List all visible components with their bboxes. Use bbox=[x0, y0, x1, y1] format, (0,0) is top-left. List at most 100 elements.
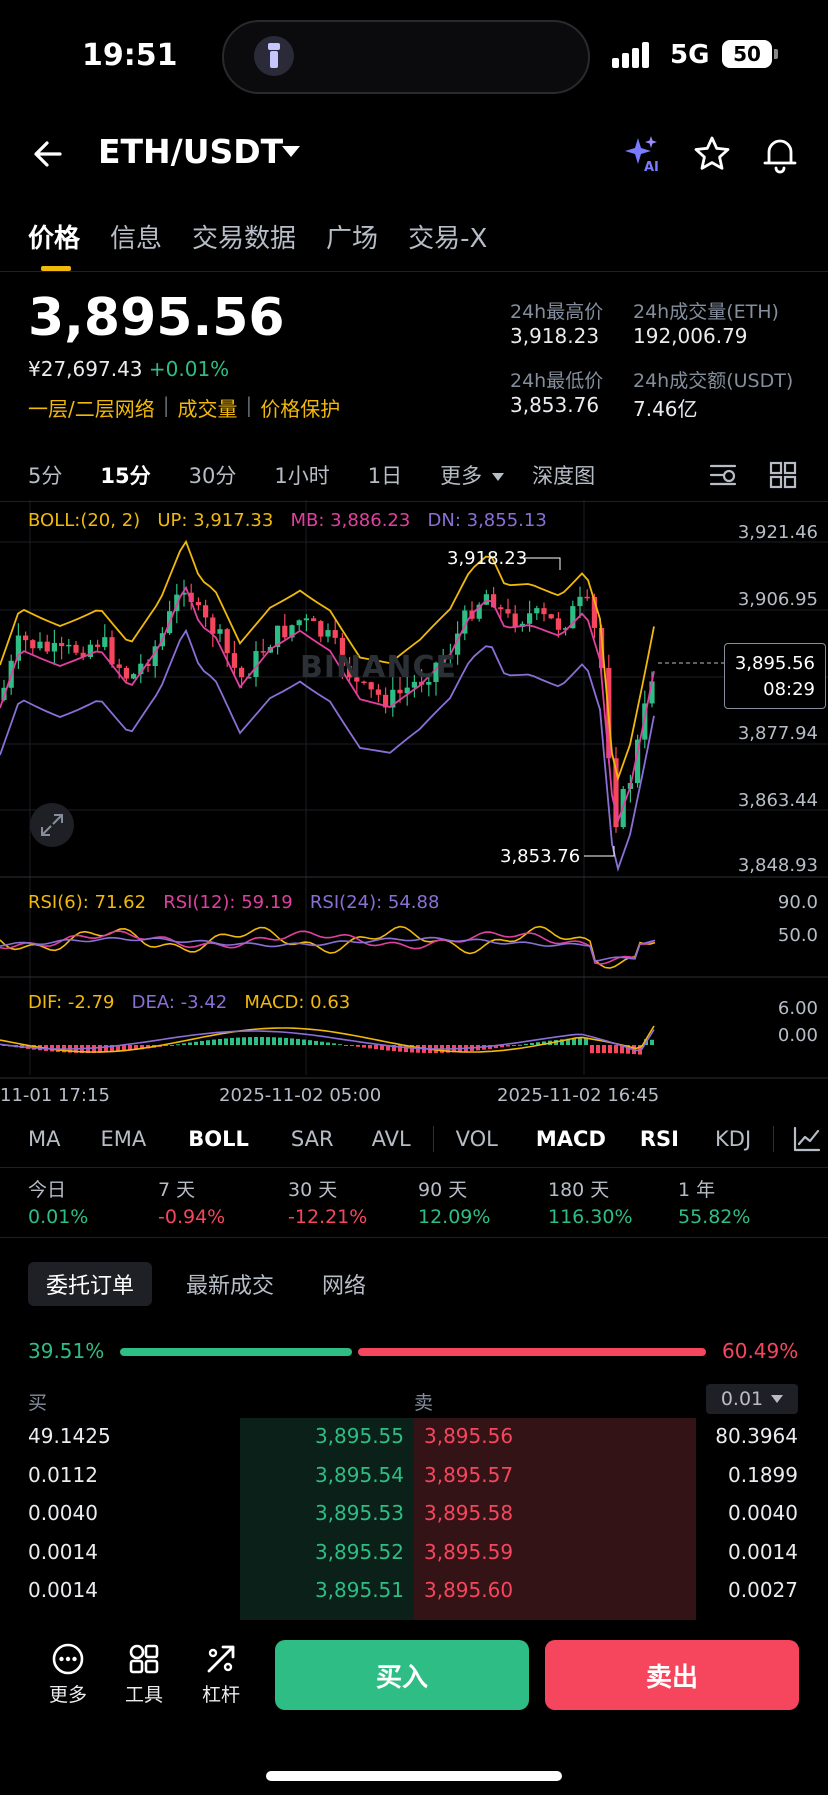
performance-label: 7 天 bbox=[158, 1179, 196, 1201]
macd-bar bbox=[338, 1044, 342, 1046]
macd-bar bbox=[326, 1042, 330, 1045]
ask-price[interactable]: 3,895.58 bbox=[424, 1501, 574, 1525]
binance-watermark: BINANCE bbox=[300, 650, 457, 685]
tab-trade-x[interactable]: 交易-X bbox=[408, 218, 487, 255]
candle-body bbox=[109, 637, 115, 665]
indicator-kdj[interactable]: KDJ bbox=[715, 1127, 751, 1151]
interval-more[interactable]: 更多 bbox=[440, 460, 505, 490]
indicator-settings-icon[interactable] bbox=[792, 1125, 822, 1153]
indicator-bar: MA EMA BOLL SAR AVL VOL MACD RSI KDJ bbox=[0, 1120, 828, 1158]
bid-price[interactable]: 3,895.53 bbox=[250, 1501, 404, 1525]
precision-selector[interactable]: 0.01 bbox=[706, 1384, 798, 1414]
interval-30m[interactable]: 30分 bbox=[189, 460, 237, 490]
tag-layer-network[interactable]: 一层/二层网络 bbox=[28, 393, 155, 422]
back-arrow-icon[interactable] bbox=[30, 136, 66, 172]
macd-bar bbox=[188, 1042, 192, 1045]
chart-settings-icon[interactable] bbox=[708, 461, 738, 489]
ask-price[interactable]: 3,895.60 bbox=[424, 1578, 574, 1602]
boll-mb: MB: 3,886.23 bbox=[290, 510, 411, 531]
expand-chart-button[interactable] bbox=[30, 803, 74, 847]
indicator-avl[interactable]: AVL bbox=[372, 1127, 411, 1151]
interval-15m[interactable]: 15分 bbox=[100, 460, 150, 490]
buy-button[interactable]: 买入 bbox=[275, 1640, 529, 1710]
sell-button[interactable]: 卖出 bbox=[545, 1640, 799, 1710]
ask-quantity[interactable]: 0.0027 bbox=[640, 1578, 798, 1602]
main-tabs: 价格 信息 交易数据 广场 交易-X bbox=[28, 218, 487, 271]
tab-price[interactable]: 价格 bbox=[28, 218, 80, 271]
tab-info[interactable]: 信息 bbox=[110, 218, 162, 255]
macd-bar bbox=[308, 1040, 312, 1045]
candle-body bbox=[512, 613, 518, 627]
tab-square[interactable]: 广场 bbox=[326, 218, 378, 255]
bid-price[interactable]: 3,895.55 bbox=[250, 1424, 404, 1448]
bell-icon[interactable] bbox=[760, 134, 800, 174]
y-tick: 3,921.46 bbox=[737, 522, 818, 543]
boll-dn: DN: 3,855.13 bbox=[427, 510, 547, 531]
rsi6-value: RSI(6): 71.62 bbox=[28, 892, 147, 913]
ai-sparkle-icon[interactable]: AI bbox=[622, 134, 662, 174]
bid-price[interactable]: 3,895.51 bbox=[250, 1578, 404, 1602]
tag-price-protection[interactable]: 价格保护 bbox=[260, 393, 340, 422]
more-button[interactable]: 更多 bbox=[40, 1642, 96, 1707]
tab-network[interactable]: 网络 bbox=[306, 1262, 382, 1306]
chevron-down-icon[interactable] bbox=[282, 146, 300, 157]
tools-button[interactable]: 工具 bbox=[116, 1642, 172, 1707]
macd-bar bbox=[170, 1045, 174, 1046]
star-icon[interactable] bbox=[692, 134, 732, 174]
y-tick: 3,906.95 bbox=[737, 589, 818, 610]
macd-bar bbox=[320, 1041, 324, 1045]
leverage-label: 杠杆 bbox=[201, 1684, 240, 1706]
tab-order-book[interactable]: 委托订单 bbox=[28, 1262, 152, 1306]
tab-latest-trades[interactable]: 最新成交 bbox=[168, 1262, 292, 1306]
tab-trading-data[interactable]: 交易数据 bbox=[192, 218, 296, 255]
indicator-sar[interactable]: SAR bbox=[291, 1127, 334, 1151]
indicator-vol[interactable]: VOL bbox=[456, 1127, 498, 1151]
precision-value: 0.01 bbox=[720, 1388, 764, 1410]
macd-bar bbox=[278, 1037, 282, 1045]
bid-quantity[interactable]: 0.0040 bbox=[28, 1501, 178, 1525]
macd-bar bbox=[248, 1037, 252, 1045]
volume-value: 192,006.79 bbox=[633, 324, 748, 348]
ask-price[interactable]: 3,895.59 bbox=[424, 1540, 574, 1564]
performance-value: -0.94% bbox=[158, 1206, 226, 1228]
interval-1h[interactable]: 1小时 bbox=[274, 460, 329, 490]
kline-chart[interactable] bbox=[0, 500, 828, 1110]
ask-quantity[interactable]: 0.1899 bbox=[640, 1463, 798, 1487]
ask-quantity[interactable]: 80.3964 bbox=[640, 1424, 798, 1448]
pair-selector[interactable]: ETH/USDT bbox=[98, 132, 283, 171]
bid-quantity[interactable]: 49.1425 bbox=[28, 1424, 178, 1448]
indicator-ma[interactable]: MA bbox=[28, 1127, 60, 1151]
candle-body bbox=[123, 667, 129, 679]
leverage-button[interactable]: 杠杆 bbox=[193, 1642, 249, 1707]
bid-price[interactable]: 3,895.54 bbox=[250, 1463, 404, 1487]
candle-body bbox=[505, 609, 511, 614]
indicator-ema[interactable]: EMA bbox=[100, 1127, 146, 1151]
macd-bar bbox=[362, 1045, 366, 1048]
indicator-rsi[interactable]: RSI bbox=[640, 1127, 679, 1151]
ask-price[interactable]: 3,895.57 bbox=[424, 1463, 574, 1487]
rsi-line bbox=[0, 925, 656, 969]
ask-quantity[interactable]: 0.0040 bbox=[640, 1501, 798, 1525]
high-label: 24h最高价 bbox=[510, 301, 604, 323]
macd-bar bbox=[356, 1045, 360, 1047]
leverage-icon bbox=[207, 1645, 235, 1673]
grid-layout-icon[interactable] bbox=[768, 461, 798, 489]
ask-price[interactable]: 3,895.56 bbox=[424, 1424, 574, 1448]
interval-5m[interactable]: 5分 bbox=[28, 460, 62, 490]
bid-quantity[interactable]: 0.0112 bbox=[28, 1463, 178, 1487]
bid-price[interactable]: 3,895.52 bbox=[250, 1540, 404, 1564]
rsi24-value: RSI(24): 54.88 bbox=[309, 892, 440, 913]
chevron-down-icon bbox=[771, 1395, 784, 1403]
candle-body bbox=[59, 643, 65, 647]
bid-quantity[interactable]: 0.0014 bbox=[28, 1540, 178, 1564]
macd-bar bbox=[212, 1039, 216, 1045]
macd-bar bbox=[578, 1037, 582, 1045]
ask-quantity[interactable]: 0.0014 bbox=[640, 1540, 798, 1564]
indicator-macd[interactable]: MACD bbox=[536, 1127, 606, 1151]
dif-value: DIF: -2.79 bbox=[28, 992, 115, 1013]
interval-1d[interactable]: 1日 bbox=[368, 460, 402, 490]
depth-chart-tab[interactable]: 深度图 bbox=[532, 460, 595, 490]
bid-quantity[interactable]: 0.0014 bbox=[28, 1578, 178, 1602]
tag-volume[interactable]: 成交量 bbox=[178, 393, 238, 422]
indicator-boll[interactable]: BOLL bbox=[188, 1127, 249, 1151]
